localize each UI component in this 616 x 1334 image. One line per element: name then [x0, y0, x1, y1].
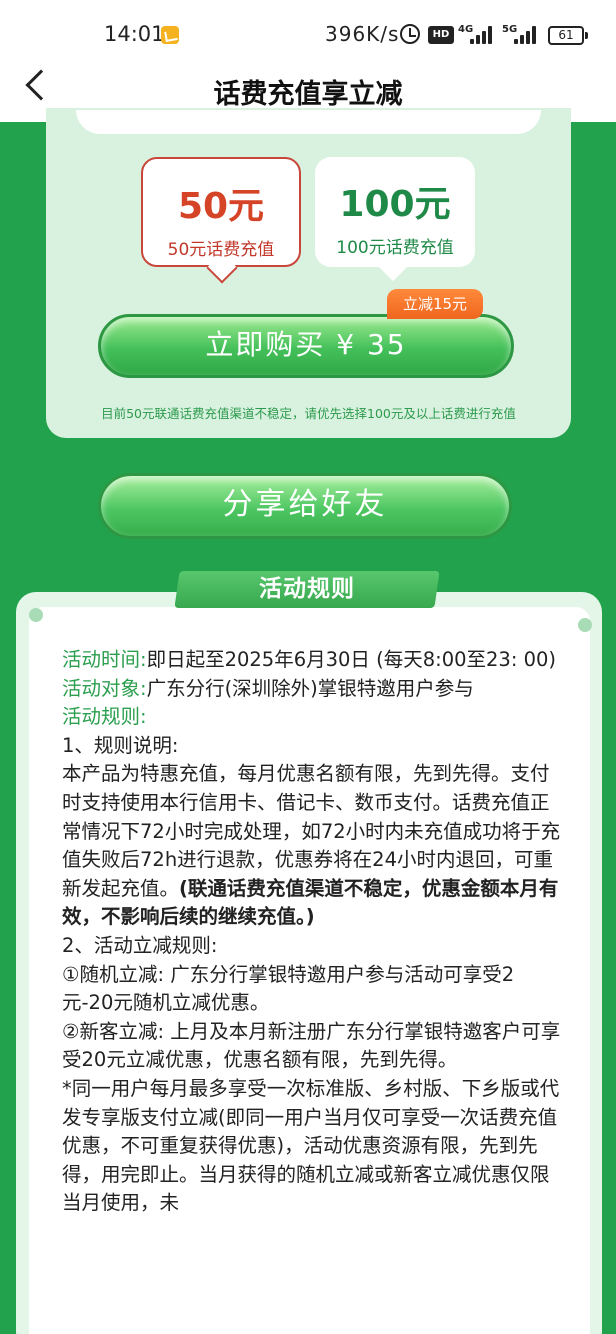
target-label: 活动对象: — [62, 676, 147, 700]
recharge-card — [46, 108, 571, 438]
discount-badge: 立减15元 — [387, 289, 483, 319]
option-amount: 50元 — [177, 186, 265, 227]
network-speed: 396K/s — [325, 22, 400, 46]
signal-bars-icon-2 — [514, 26, 538, 44]
share-button[interactable]: 分享给好友 — [98, 473, 512, 539]
signal-bars-icon — [470, 26, 494, 44]
buy-now-button[interactable]: 立即购买 ¥ 35 — [98, 314, 514, 378]
section-1-title: 1、规则说明: — [62, 733, 179, 757]
section-2-item-1: ①随机立减: 广东分行掌银特邀用户参与活动可享受2元-20元随机立减优惠。 — [62, 962, 515, 1015]
rule-target: 活动对象:广东分行(深圳除外)掌银特邀用户参与 — [62, 675, 562, 704]
rules-body: 活动时间:即日起至2025年6月30日 (每天8:00至23: 00) 活动对象… — [62, 646, 562, 1218]
decor-dot — [578, 618, 592, 632]
option-label: 100元话费充值 — [336, 238, 454, 258]
section-2-item-2: ②新客立减: 上月及本月新注册广东分行掌银特邀客户可享受20元立减优惠，优惠名额… — [62, 1019, 561, 1072]
page-title: 话费充值享立减 — [213, 79, 403, 110]
option-label: 50元话费充值 — [167, 240, 275, 260]
rules-label: 活动规则: — [62, 705, 147, 729]
time-value: 即日起至2025年6月30日 (每天8:00至23: 00) — [146, 648, 557, 671]
section-2-title: 2、活动立减规则: — [62, 933, 218, 957]
card-top-lip — [76, 110, 541, 134]
option-100-yuan[interactable]: 100元 100元话费充值 — [315, 157, 475, 267]
section-2-note: *同一用户每月最多享受一次标准版、乡村版、下乡版或代发专享版支付立减(即同一用户… — [62, 1076, 560, 1215]
section-1-text: 本产品为特惠充值，每月优惠名额有限，先到先得。支付时支持使用本行信用卡、借记卡、… — [62, 760, 562, 932]
rules-header: 活动规则 — [259, 576, 355, 602]
time-label: 活动时间: — [62, 648, 147, 671]
battery-icon: 61 — [548, 26, 588, 45]
notification-app-icon — [161, 26, 179, 44]
rule-time: 活动时间:即日起至2025年6月30日 (每天8:00至23: 00) — [62, 646, 562, 675]
alarm-icon — [400, 24, 420, 44]
channel-notice: 目前50元联通话费充值渠道不稳定，请优先选择100元及以上话费进行充值 — [101, 406, 516, 421]
decor-dot — [29, 608, 43, 622]
status-time: 14:01 — [104, 22, 165, 46]
hd-voice-icon: HD — [428, 26, 454, 44]
target-value: 广东分行(深圳除外)掌银特邀用户参与 — [146, 676, 474, 700]
option-amount: 100元 — [339, 184, 451, 225]
option-50-yuan[interactable]: 50元 50元话费充值 — [141, 157, 301, 267]
